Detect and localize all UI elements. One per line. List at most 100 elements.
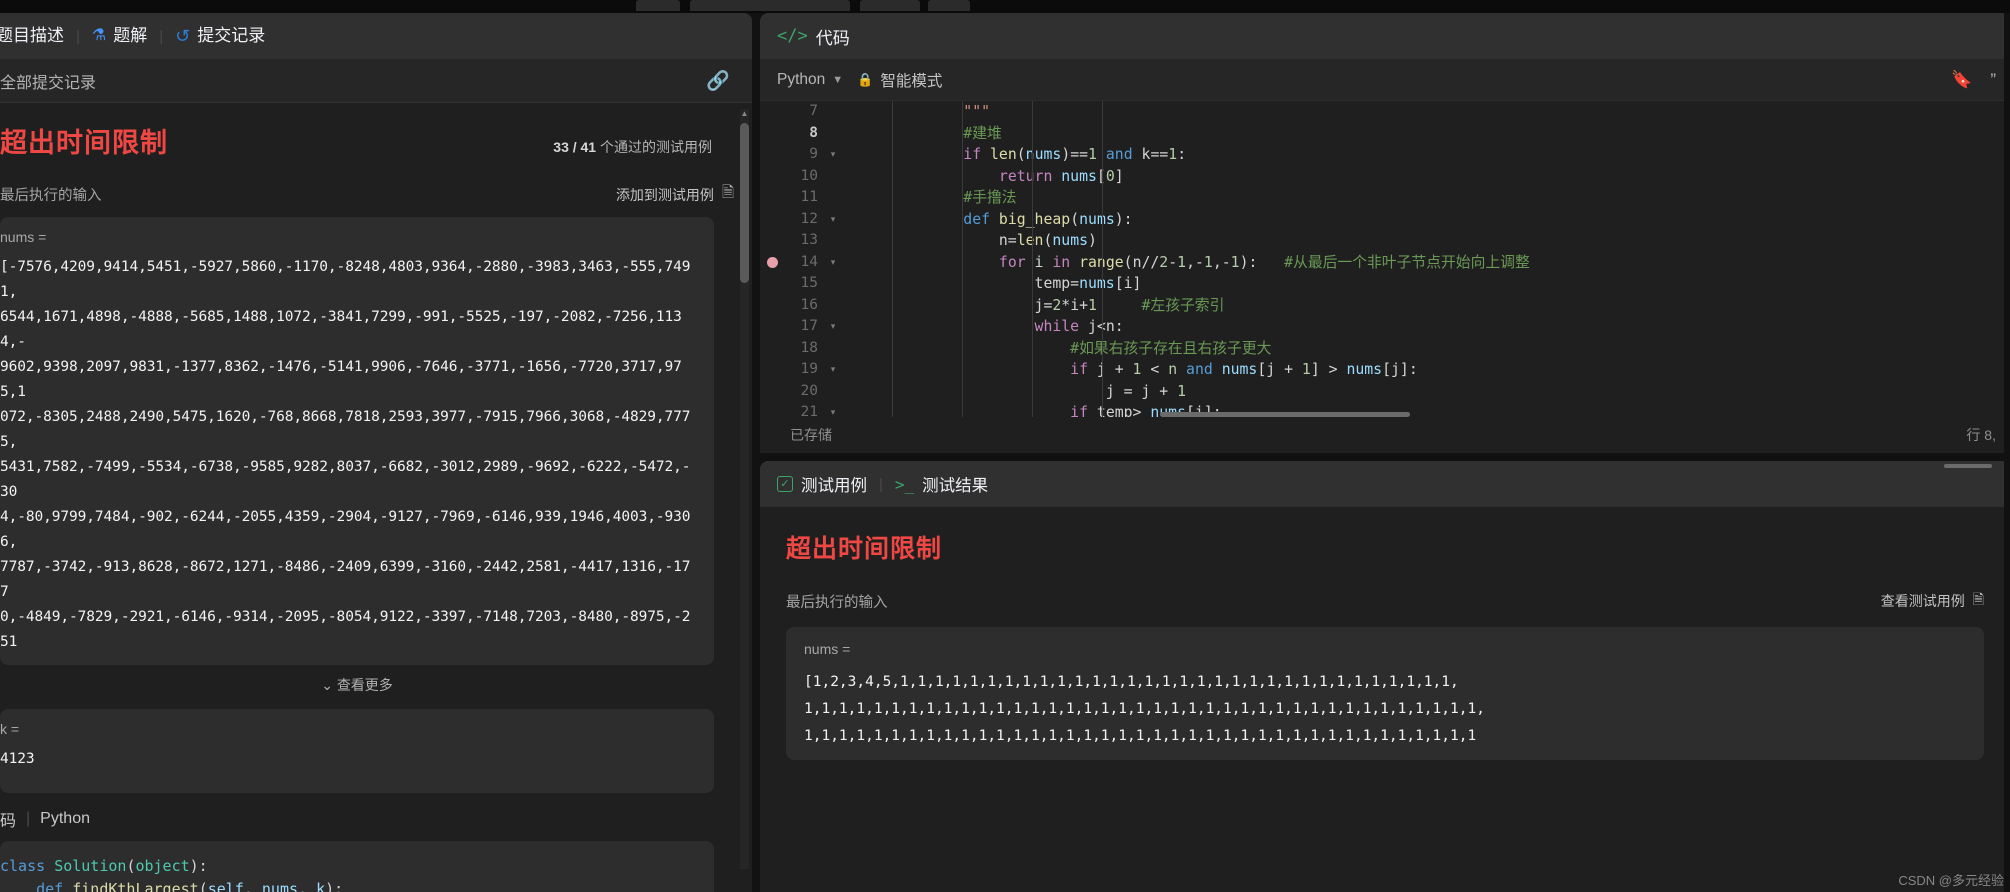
indent-guide — [892, 101, 893, 417]
bookmark-icon[interactable]: 🔖 — [1951, 70, 1972, 90]
code-header-lang: Python — [40, 810, 90, 827]
gutter-line: 21 ▾ — [760, 402, 862, 417]
line-number: 20 — [800, 382, 818, 399]
watermark: CSDN @多元经验 — [1898, 873, 2004, 888]
testcase-count-suffix: 个通过的测试用例 — [596, 139, 712, 155]
fold-chevron-icon[interactable]: ▾ — [822, 144, 844, 166]
chrome-tab-3[interactable] — [860, 0, 920, 11]
language-selector-label: Python — [777, 70, 826, 88]
app-root: 题目描述 | ⚗ 题解 | ↺ 提交记录 全部提交记录 🔗 超出时间限制 33 … — [0, 0, 2010, 892]
quote-icon[interactable]: ” — [1990, 70, 1996, 90]
check-square-icon: ✓ — [777, 476, 793, 492]
indent-guide — [1032, 101, 1033, 417]
fold-chevron-icon[interactable]: ▾ — [822, 359, 844, 381]
fold-chevron-icon[interactable]: ▾ — [822, 402, 844, 417]
code-line: def big_heap(nums): — [963, 210, 1133, 228]
editor-toolbar: Python ▼ 🔒 智能模式 🔖 ” — [760, 59, 2010, 101]
fold-chevron-icon[interactable]: ▾ — [822, 209, 844, 231]
code-line: if j + 1 < n and nums[j + 1] > nums[j]: — [1070, 361, 1418, 378]
result-body: 超出时间限制 最后执行的输入 查看测试用例 🗎 nums = [1,2,3,4,… — [760, 507, 2010, 760]
code-editor[interactable]: 7 8 9 ▾ 10 11 12 ▾ 13 14 ▾ 15 16 17 ▾ 18 19 ▾ 20 21 ▾ """ #建… — [760, 101, 2010, 417]
chrome-tab-2[interactable] — [690, 0, 850, 11]
code-tab-label[interactable]: 代码 — [816, 24, 850, 49]
tab-solutions[interactable]: ⚗ 题解 — [80, 13, 159, 59]
code-line: n=len(nums) — [892, 232, 1097, 249]
editor-statusbar: 已存储 行 8, — [760, 417, 2010, 453]
panel-resize-handle[interactable] — [1944, 464, 1992, 468]
line-number: 18 — [800, 339, 818, 356]
submission-detail-body: 超出时间限制 33 / 41 个通过的测试用例 最后执行的输入 添加到测试用例 … — [0, 103, 752, 892]
verdict-text: 超出时间限制 — [0, 128, 168, 158]
indent-guide — [962, 101, 963, 417]
chevron-down-icon: ▼ — [832, 73, 844, 86]
gutter-line: 11 — [760, 187, 862, 209]
input-value-k: 4123 — [0, 751, 35, 767]
scrollbar-thumb[interactable] — [740, 123, 749, 283]
tab-problem-description[interactable]: 题目描述 — [0, 13, 76, 59]
chrome-tab-1[interactable] — [636, 0, 680, 11]
left-panel-scrollbar[interactable]: ▲ — [740, 109, 749, 869]
code-line: #建堆 — [963, 124, 1002, 142]
view-testcase-button[interactable]: 查看测试用例 🗎 — [1881, 589, 1984, 613]
tab-problem-description-label: 题目描述 — [0, 26, 64, 45]
code-editor-panel: </> 代码 Python ▼ 🔒 智能模式 🔖 ” 7 8 9 ▾ 10 11… — [760, 13, 2010, 453]
input-card-k: k = 4123 — [0, 709, 714, 793]
right-panel: </> 代码 Python ▼ 🔒 智能模式 🔖 ” 7 8 9 ▾ 10 11… — [760, 13, 2010, 892]
result-input-card: nums = [1,2,3,4,5,1,1,1,1,1,1,1,1,1,1,1,… — [786, 627, 1984, 760]
fold-chevron-icon[interactable]: ▾ — [822, 252, 844, 274]
result-tabbar: ✓ 测试用例 | >_ 测试结果 — [760, 461, 2010, 507]
code-tabbar: </> 代码 — [760, 13, 2010, 59]
code-line: while j<n: — [1034, 318, 1124, 335]
tab-solutions-label: 题解 — [113, 26, 148, 45]
line-number: 12 — [800, 210, 818, 227]
problem-tabs: 题目描述 | ⚗ 题解 | ↺ 提交记录 — [0, 13, 752, 59]
testcase-count: 33 / 41 个通过的测试用例 — [553, 137, 712, 157]
code-line: #手撸法 — [963, 189, 1017, 206]
submitted-code-card: class Solution(object): def findKthLarge… — [0, 841, 714, 892]
code-line: #如果右孩子存在且右孩子更大 — [1070, 339, 1272, 357]
breakpoint-dot[interactable] — [767, 256, 778, 268]
code-line: for i in range(n//2-1,-1,-1): #从最后一个非叶子节… — [998, 253, 1530, 271]
input-value-nums: [-7576,4209,9414,5451,-5927,5860,-1170,-… — [0, 259, 691, 650]
tab-testcase[interactable]: ✓ 测试用例 — [777, 472, 879, 496]
see-more-button[interactable]: ⌄ 查看更多 — [0, 665, 714, 703]
see-more-chevron-icon: ⌄ — [321, 677, 333, 693]
line-number: 11 — [800, 189, 818, 205]
input-key-k: k = — [0, 721, 20, 737]
input-card-nums: nums = [-7576,4209,9414,5451,-5927,5860,… — [0, 217, 714, 665]
flask-icon: ⚗ — [91, 27, 107, 44]
editor-cursor-position: 行 8, — [1966, 427, 1996, 443]
chrome-tab-4[interactable] — [928, 0, 970, 11]
gutter-line: 12 ▾ — [760, 209, 862, 231]
language-selector[interactable]: Python ▼ — [777, 71, 843, 89]
scroll-up-arrow-icon[interactable]: ▲ — [740, 109, 749, 119]
link-icon[interactable]: 🔗 — [706, 69, 730, 93]
gutter-line: 10 — [760, 166, 862, 188]
gutter-line: 16 — [760, 295, 862, 317]
see-more-label: 查看更多 — [336, 677, 393, 693]
line-number: 8 — [809, 124, 818, 141]
add-to-testcase-button[interactable]: 添加到测试用例 🗎 — [616, 182, 734, 207]
code-line: if temp> nums[i]: — [1070, 404, 1222, 417]
result-input-value: [1,2,3,4,5,1,1,1,1,1,1,1,1,1,1,1,1,1,1,1… — [804, 674, 1485, 744]
tab-test-result[interactable]: >_ 测试结果 — [883, 472, 1000, 496]
editor-code-area[interactable]: """ #建堆 if len(nums)==1 and k==1: return… — [862, 101, 2010, 417]
editor-saved-status: 已存储 — [790, 427, 832, 443]
code-line: temp=nums[i] — [892, 275, 1142, 292]
gutter-line: 19 ▾ — [760, 359, 862, 381]
smart-mode-toggle[interactable]: 🔒 智能模式 — [857, 69, 942, 91]
left-panel: 题目描述 | ⚗ 题解 | ↺ 提交记录 全部提交记录 🔗 超出时间限制 33 … — [0, 13, 752, 892]
fold-chevron-icon[interactable]: ▾ — [822, 316, 844, 338]
editor-horizontal-scrollbar[interactable] — [1160, 412, 1410, 417]
line-number: 21 — [800, 404, 818, 417]
gutter-line: 15 — [760, 273, 862, 295]
gutter-line: 17 ▾ — [760, 316, 862, 338]
result-input-key: nums = — [804, 641, 851, 657]
toolbar-right-group: 🔖 ” — [1951, 70, 1996, 90]
result-last-input-label: 最后执行的输入 — [786, 594, 888, 611]
gutter-line: 8 — [760, 123, 862, 145]
line-number: 7 — [809, 103, 818, 119]
code-line: j=2*i+1 #左孩子索引 — [892, 296, 1225, 314]
tab-submissions[interactable]: ↺ 提交记录 — [163, 13, 277, 59]
tab-submissions-label: 提交记录 — [197, 26, 266, 45]
